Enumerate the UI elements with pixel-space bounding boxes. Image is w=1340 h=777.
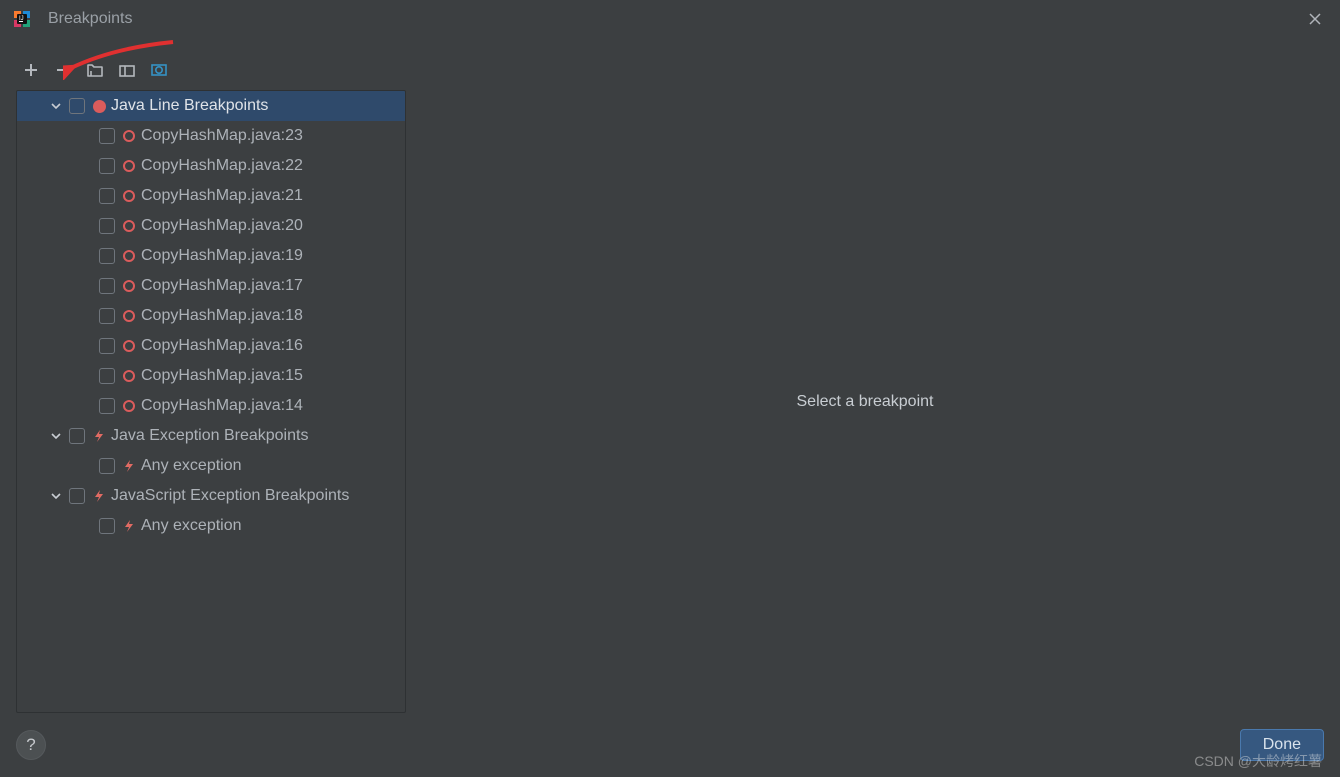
breakpoint-item-row[interactable]: CopyHashMap.java:15: [17, 361, 405, 391]
breakpoint-group-row[interactable]: Java Exception Breakpoints: [17, 421, 405, 451]
placeholder-text: Select a breakpoint: [797, 393, 934, 411]
group-toolbar-button-2[interactable]: [116, 59, 138, 81]
group-checkbox[interactable]: [69, 98, 85, 114]
item-checkbox[interactable]: [99, 338, 115, 354]
breakpoint-circle-icon: [91, 98, 107, 114]
item-label: CopyHashMap.java:17: [141, 277, 303, 295]
breakpoint-item-row[interactable]: CopyHashMap.java:16: [17, 331, 405, 361]
item-checkbox[interactable]: [99, 158, 115, 174]
breakpoint-group-row[interactable]: JavaScript Exception Breakpoints: [17, 481, 405, 511]
remove-breakpoint-button[interactable]: [52, 59, 74, 81]
breakpoint-ring-icon: [121, 338, 137, 354]
item-label: Any exception: [141, 517, 242, 535]
item-label: CopyHashMap.java:21: [141, 187, 303, 205]
item-checkbox[interactable]: [99, 128, 115, 144]
main-area: Java Line Breakpoints CopyHashMap.java:23…: [16, 90, 1324, 713]
group-label: Java Line Breakpoints: [111, 97, 268, 115]
item-label: CopyHashMap.java:23: [141, 127, 303, 145]
item-checkbox[interactable]: [99, 368, 115, 384]
titlebar: IJ Breakpoints: [0, 0, 1340, 38]
chevron-down-icon[interactable]: [47, 490, 65, 502]
app-icon: IJ: [12, 9, 32, 29]
item-checkbox[interactable]: [99, 308, 115, 324]
view-options-button[interactable]: [148, 59, 170, 81]
chevron-down-icon[interactable]: [47, 430, 65, 442]
group-checkbox[interactable]: [69, 428, 85, 444]
breakpoint-item-row[interactable]: CopyHashMap.java:14: [17, 391, 405, 421]
chevron-down-icon[interactable]: [47, 100, 65, 112]
item-checkbox[interactable]: [99, 278, 115, 294]
breakpoint-item-row[interactable]: Any exception: [17, 511, 405, 541]
breakpoint-ring-icon: [121, 368, 137, 384]
breakpoint-ring-icon: [121, 128, 137, 144]
group-label: Java Exception Breakpoints: [111, 427, 308, 445]
item-label: CopyHashMap.java:19: [141, 247, 303, 265]
breakpoint-item-row[interactable]: CopyHashMap.java:22: [17, 151, 405, 181]
breakpoint-ring-icon: [121, 158, 137, 174]
breakpoint-ring-icon: [121, 398, 137, 414]
item-label: CopyHashMap.java:14: [141, 397, 303, 415]
item-label: CopyHashMap.java:22: [141, 157, 303, 175]
breakpoint-tree-panel: Java Line Breakpoints CopyHashMap.java:23…: [16, 90, 406, 713]
breakpoint-group-row[interactable]: Java Line Breakpoints: [17, 91, 405, 121]
breakpoint-item-row[interactable]: CopyHashMap.java:18: [17, 301, 405, 331]
item-checkbox[interactable]: [99, 188, 115, 204]
exception-bolt-icon: [121, 518, 137, 534]
breakpoint-ring-icon: [121, 218, 137, 234]
item-label: CopyHashMap.java:18: [141, 307, 303, 325]
item-label: CopyHashMap.java:20: [141, 217, 303, 235]
breakpoint-item-row[interactable]: CopyHashMap.java:17: [17, 271, 405, 301]
breakpoint-item-row[interactable]: CopyHashMap.java:21: [17, 181, 405, 211]
item-checkbox[interactable]: [99, 518, 115, 534]
group-label: JavaScript Exception Breakpoints: [111, 487, 349, 505]
item-checkbox[interactable]: [99, 248, 115, 264]
help-button[interactable]: ?: [16, 730, 46, 760]
bottom-bar: ? Done: [16, 723, 1324, 767]
breakpoint-ring-icon: [121, 188, 137, 204]
item-label: CopyHashMap.java:15: [141, 367, 303, 385]
exception-bolt-icon: [91, 428, 107, 444]
exception-bolt-icon: [121, 458, 137, 474]
breakpoint-item-row[interactable]: CopyHashMap.java:19: [17, 241, 405, 271]
item-label: Any exception: [141, 457, 242, 475]
item-checkbox[interactable]: [99, 458, 115, 474]
group-toolbar-button-1[interactable]: [84, 59, 106, 81]
breakpoint-item-row[interactable]: CopyHashMap.java:20: [17, 211, 405, 241]
done-button[interactable]: Done: [1240, 729, 1324, 761]
breakpoint-item-row[interactable]: Any exception: [17, 451, 405, 481]
exception-bolt-icon: [91, 488, 107, 504]
item-checkbox[interactable]: [99, 398, 115, 414]
svg-text:IJ: IJ: [19, 16, 24, 22]
breakpoint-ring-icon: [121, 248, 137, 264]
item-checkbox[interactable]: [99, 218, 115, 234]
group-checkbox[interactable]: [69, 488, 85, 504]
breakpoint-item-row[interactable]: CopyHashMap.java:23: [17, 121, 405, 151]
toolbar: [0, 52, 1340, 90]
add-breakpoint-button[interactable]: [20, 59, 42, 81]
item-label: CopyHashMap.java:16: [141, 337, 303, 355]
detail-panel: Select a breakpoint: [406, 90, 1324, 713]
breakpoint-ring-icon: [121, 278, 137, 294]
breakpoint-ring-icon: [121, 308, 137, 324]
close-button[interactable]: [1304, 8, 1326, 30]
window-title: Breakpoints: [48, 10, 133, 28]
